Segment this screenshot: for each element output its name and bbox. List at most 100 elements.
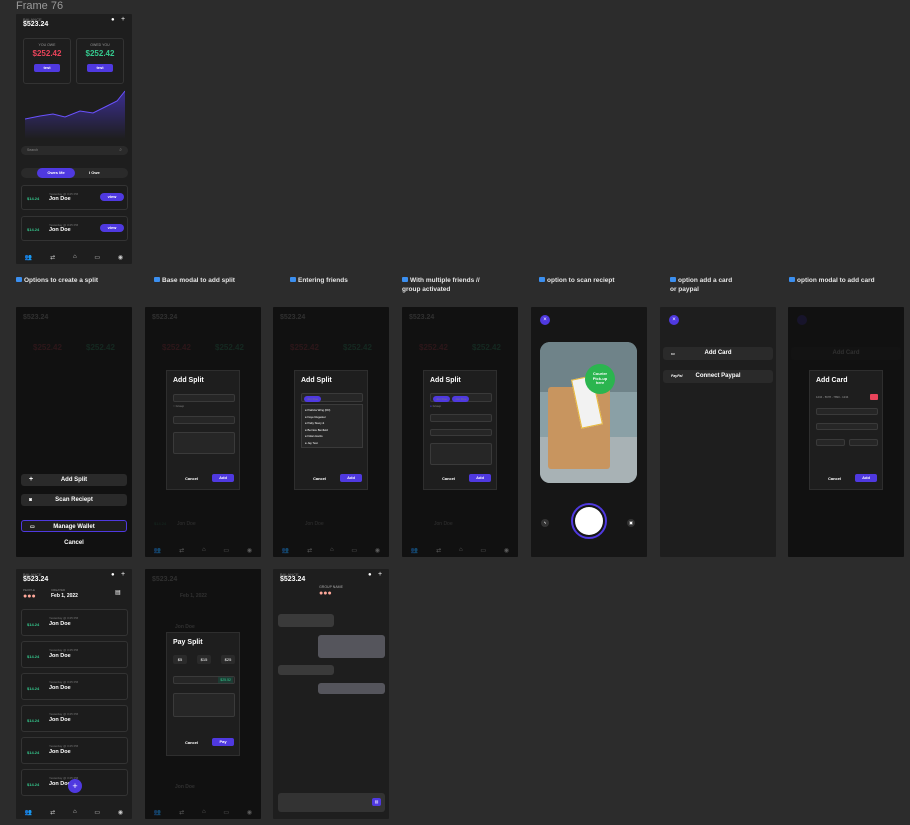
wallet-icon[interactable]: ▭ — [480, 547, 486, 554]
group-icon[interactable]: 👥 — [411, 547, 418, 554]
add-icon[interactable]: + — [378, 571, 382, 578]
close-icon[interactable]: × — [669, 315, 679, 325]
list-item[interactable]: $14.24 Yesterday @ 3:25 PM Jon Doe — [21, 609, 128, 636]
expiry-field[interactable] — [816, 439, 845, 446]
group-icon[interactable]: 👥 — [282, 547, 289, 554]
tab-i-owe[interactable]: I Owe — [89, 170, 100, 175]
add-button[interactable]: Add — [469, 474, 491, 482]
add-fab[interactable]: + — [68, 779, 82, 793]
transfer-icon[interactable]: ⇄ — [50, 254, 55, 261]
manage-wallet-button[interactable]: ▭ Manage Wallet — [21, 520, 127, 532]
avatar-group: ●●● — [319, 590, 332, 597]
group-icon[interactable]: 👥 — [154, 547, 161, 554]
friends-field[interactable] — [173, 394, 235, 402]
scan-receipt-button[interactable]: ◙ Scan Reciept — [21, 494, 127, 506]
cancel-button[interactable]: Cancel — [185, 476, 198, 481]
add-button[interactable]: Add — [340, 474, 362, 482]
group-name-field[interactable] — [430, 414, 492, 422]
amount-option[interactable]: $5 — [173, 655, 187, 664]
home-icon[interactable]: ⌂ — [202, 809, 206, 815]
home-icon[interactable]: ⌂ — [73, 809, 77, 815]
friends-field[interactable]: Jon Doe Jon Doe — [430, 393, 492, 402]
moon-icon[interactable]: ● — [111, 572, 115, 578]
wallet-icon[interactable]: ▭ — [94, 809, 100, 816]
test-button[interactable]: test — [87, 64, 113, 72]
view-button[interactable]: view — [100, 193, 124, 201]
transfer-icon[interactable]: ⇄ — [436, 547, 441, 554]
cancel-button[interactable]: Cancel — [313, 476, 326, 481]
list-item[interactable]: $14.24 Yesterday @ 3:25 PM Jon Doe — [21, 737, 128, 764]
message-input[interactable]: ▤ — [278, 793, 385, 812]
cvc-field[interactable] — [849, 439, 878, 446]
search-placeholder: Search — [27, 148, 39, 152]
send-icon[interactable]: ▤ — [372, 798, 381, 806]
amount-option[interactable]: $15 — [197, 655, 211, 664]
test-button[interactable]: test — [34, 64, 60, 72]
profile-icon[interactable]: ◉ — [247, 547, 252, 554]
card-name-field[interactable] — [816, 408, 878, 415]
wallet-icon[interactable]: ▭ — [223, 809, 229, 816]
list-item[interactable]: $14.24 Yesterday @ 3:25 PM Jon Doe view — [21, 216, 128, 241]
add-button[interactable]: Add — [212, 474, 234, 482]
transfer-icon[interactable]: ⇄ — [179, 809, 184, 816]
card-number-field[interactable] — [816, 423, 878, 430]
friends-field[interactable]: Jon Doe — [301, 393, 363, 402]
add-split-button[interactable]: + Add Split — [21, 474, 127, 486]
friend-option[interactable]: ● Jay Test — [305, 440, 359, 447]
home-icon[interactable]: ⌂ — [330, 547, 334, 553]
group-icon[interactable]: 👥 — [25, 809, 32, 816]
amount-field[interactable]: $25.52 — [173, 676, 235, 684]
list-item[interactable]: $14.24 Yesterday @ 3:25 PM Jon Doe — [21, 641, 128, 668]
close-icon[interactable]: × — [540, 315, 550, 325]
transfer-icon[interactable]: ⇄ — [307, 547, 312, 554]
profile-icon[interactable]: ◉ — [118, 254, 123, 261]
home-icon[interactable]: ⌂ — [459, 547, 463, 553]
transfer-icon[interactable]: ⇄ — [50, 809, 55, 816]
profile-icon[interactable]: ◉ — [247, 809, 252, 816]
cancel-button[interactable]: Cancel — [16, 540, 132, 546]
list-item[interactable]: $14.24 Yesterday @ 3:25 PM Jon Doe — [21, 673, 128, 700]
group-toggle[interactable]: ○ Group — [173, 404, 184, 408]
home-icon[interactable]: ⌂ — [73, 254, 77, 260]
note-field[interactable] — [430, 443, 492, 465]
wallet-icon[interactable]: ▭ — [351, 547, 357, 554]
list-item[interactable]: $14.24 Yesterday @ 3:25 PM Jon Doe view — [21, 185, 128, 210]
add-card-button[interactable]: ▭ Add Card — [663, 347, 773, 360]
note-field[interactable] — [173, 432, 235, 454]
cancel-button[interactable]: Cancel — [442, 476, 455, 481]
shutter-button[interactable] — [571, 503, 607, 539]
wallet-icon[interactable]: ▭ — [94, 254, 100, 261]
friend-chip[interactable]: Jon Doe — [452, 396, 470, 402]
wallet-icon[interactable]: ▭ — [223, 547, 229, 554]
pay-button[interactable]: Pay — [212, 738, 234, 746]
view-button[interactable]: view — [100, 224, 124, 232]
add-icon[interactable]: + — [121, 16, 125, 23]
cancel-button[interactable]: Cancel — [185, 740, 198, 745]
add-icon[interactable]: + — [121, 571, 125, 578]
home-icon[interactable]: ⌂ — [202, 547, 206, 553]
tab-owes-me[interactable]: Owes Me — [37, 168, 75, 178]
note-field[interactable] — [173, 693, 235, 717]
gallery-icon[interactable]: ▣ — [627, 519, 635, 527]
friend-chip[interactable]: Jon Doe — [304, 396, 322, 402]
search-input[interactable]: Search ⌕ — [21, 146, 128, 155]
add-button[interactable]: Add — [855, 474, 877, 482]
group-toggle[interactable]: ● Group — [430, 404, 441, 408]
transfer-icon[interactable]: ⇄ — [179, 547, 184, 554]
connect-paypal-button[interactable]: PayPal Connect Paypal — [663, 370, 773, 383]
moon-icon[interactable]: ● — [111, 17, 115, 23]
profile-icon[interactable]: ◉ — [504, 547, 509, 554]
amount-field[interactable] — [173, 416, 235, 424]
cancel-button[interactable]: Cancel — [828, 476, 841, 481]
list-item[interactable]: $14.24 Yesterday @ 3:25 PM Jon Doe — [21, 705, 128, 732]
profile-icon[interactable]: ◉ — [118, 809, 123, 816]
moon-icon[interactable]: ● — [368, 572, 372, 578]
amount-option[interactable]: $25 — [221, 655, 235, 664]
group-icon[interactable]: 👥 — [25, 254, 32, 261]
amount-field[interactable] — [430, 429, 492, 436]
friend-chip[interactable]: Jon Doe — [433, 396, 451, 402]
profile-icon[interactable]: ◉ — [375, 547, 380, 554]
group-icon[interactable]: 👥 — [154, 809, 161, 816]
flash-icon[interactable]: ϟ — [541, 519, 549, 527]
chat-icon[interactable]: ▤ — [115, 589, 121, 596]
